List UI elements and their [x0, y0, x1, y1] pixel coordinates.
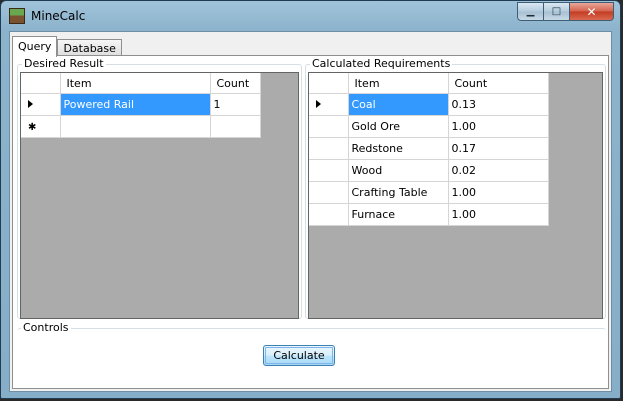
desired-result-group: Desired Result Item Count Powered Rail 1: [17, 58, 302, 319]
row-header[interactable]: [21, 93, 61, 116]
table-row[interactable]: Redstone 0.17: [309, 137, 549, 160]
row-header[interactable]: [309, 181, 349, 204]
window-title: MineCalc: [31, 9, 86, 23]
cell-item[interactable]: Gold Ore: [348, 115, 449, 138]
new-row-asterisk-icon: ✱: [28, 122, 37, 133]
row-header[interactable]: [309, 159, 349, 182]
table-row[interactable]: Furnace 1.00: [309, 203, 549, 226]
table-row[interactable]: Gold Ore 1.00: [309, 115, 549, 138]
table-row[interactable]: Wood 0.02: [309, 159, 549, 182]
table-row[interactable]: Crafting Table 1.00: [309, 181, 549, 204]
tab-strip: Query Database: [12, 36, 122, 57]
minimize-icon: ▁: [526, 6, 535, 17]
minecraft-grass-block-icon: [9, 8, 25, 24]
column-header-item[interactable]: Item: [348, 73, 449, 94]
cell-count[interactable]: 0.02: [448, 159, 549, 182]
minimize-button[interactable]: ▁: [517, 2, 544, 21]
cell-count[interactable]: 1.00: [448, 203, 549, 226]
row-header[interactable]: [309, 203, 349, 226]
desired-result-grid[interactable]: Item Count Powered Rail 1 ✱: [20, 72, 299, 319]
cell-item[interactable]: Redstone: [348, 137, 449, 160]
maximize-icon: □: [551, 6, 562, 17]
cell-item[interactable]: Coal: [348, 93, 449, 116]
app-window: MineCalc ▁ □ ✕ Query Database Desired Re…: [0, 0, 621, 399]
calculated-requirements-table: Item Count Coal 0.13 Gold Ore 1.00 Redst…: [309, 73, 549, 226]
cell-item[interactable]: [60, 115, 211, 138]
controls-title: Controls: [21, 321, 71, 334]
header-row: Item Count: [309, 73, 549, 94]
header-row: Item Count: [21, 73, 261, 94]
row-header[interactable]: [309, 115, 349, 138]
desired-result-table: Item Count Powered Rail 1 ✱: [21, 73, 261, 138]
calculated-requirements-group: Calculated Requirements Item Count Coal …: [305, 58, 606, 319]
corner-header[interactable]: [21, 73, 61, 94]
title-bar[interactable]: MineCalc ▁ □ ✕: [1, 1, 620, 31]
cell-count[interactable]: 0.17: [448, 137, 549, 160]
cell-item[interactable]: Furnace: [348, 203, 449, 226]
tab-query[interactable]: Query: [12, 36, 58, 57]
row-header[interactable]: [309, 93, 349, 116]
current-row-arrow-icon: [316, 100, 321, 108]
new-row[interactable]: ✱: [21, 115, 261, 138]
row-header[interactable]: ✱: [21, 115, 61, 138]
cell-count[interactable]: 0.13: [448, 93, 549, 116]
cell-item[interactable]: Crafting Table: [348, 181, 449, 204]
cell-count[interactable]: 1.00: [448, 115, 549, 138]
calculated-requirements-title: Calculated Requirements: [310, 57, 453, 70]
cell-item[interactable]: Powered Rail: [60, 93, 211, 116]
desired-result-title: Desired Result: [22, 57, 106, 70]
client-area: Query Database Desired Result Item Count: [9, 31, 612, 392]
column-header-count[interactable]: Count: [448, 73, 549, 94]
close-icon: ✕: [586, 4, 597, 19]
calculated-requirements-grid[interactable]: Item Count Coal 0.13 Gold Ore 1.00 Redst…: [308, 72, 603, 319]
current-row-arrow-icon: [28, 100, 33, 108]
cell-count[interactable]: 1.00: [448, 181, 549, 204]
maximize-button[interactable]: □: [544, 2, 570, 21]
table-row[interactable]: Coal 0.13: [309, 93, 549, 116]
calculate-button[interactable]: Calculate: [263, 345, 335, 366]
column-header-count[interactable]: Count: [210, 73, 261, 94]
row-header[interactable]: [309, 137, 349, 160]
column-header-item[interactable]: Item: [60, 73, 211, 94]
query-tab-page: Desired Result Item Count Powered Rail 1: [12, 55, 609, 389]
corner-header[interactable]: [309, 73, 349, 94]
cell-count[interactable]: [210, 115, 261, 138]
close-button[interactable]: ✕: [570, 2, 614, 21]
cell-item[interactable]: Wood: [348, 159, 449, 182]
cell-count[interactable]: 1: [210, 93, 261, 116]
caption-buttons: ▁ □ ✕: [517, 2, 614, 22]
table-row[interactable]: Powered Rail 1: [21, 93, 261, 116]
